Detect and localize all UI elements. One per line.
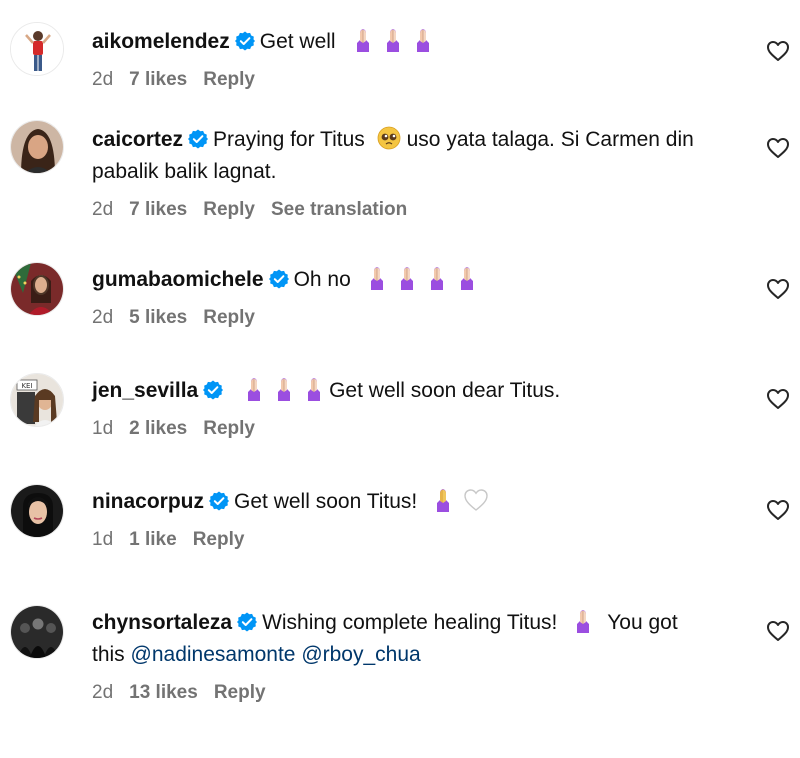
comment-text: aikomelendez Get well [92, 26, 752, 58]
reply-button[interactable]: Reply [203, 199, 255, 220]
heart-outline-icon[interactable] [766, 620, 790, 642]
comment-meta: 2d 5 likes Reply [92, 306, 752, 330]
comment-time: 1d [92, 529, 114, 550]
comment-time: 2d [92, 199, 114, 220]
svg-text:KEI: KEI [21, 382, 32, 390]
likes-count[interactable]: 7 likes [129, 69, 187, 90]
username[interactable]: jen_sevilla [92, 379, 198, 402]
comment-time: 2d [92, 682, 114, 703]
reply-button[interactable]: Reply [214, 682, 266, 703]
verified-badge-icon [188, 129, 208, 149]
pleading-face-emoji-icon [377, 126, 401, 150]
pray-emoji-icon [383, 28, 403, 52]
comment-body: Get well soon dear Titus. [329, 379, 561, 402]
comment-meta: 2d 13 likes Reply [92, 681, 752, 705]
reply-button[interactable]: Reply [203, 307, 255, 328]
comment-text: chynsortaleza Wishing complete healing Ti… [92, 607, 752, 671]
comment-text: ninacorpuz Get well soon Titus! [92, 486, 752, 518]
heart-outline-icon[interactable] [766, 278, 790, 300]
avatar[interactable]: KEI [10, 373, 64, 427]
pray-emoji-icon [437, 489, 450, 512]
pray-emoji-icon [353, 28, 373, 52]
avatar[interactable] [10, 120, 64, 174]
reply-button[interactable]: Reply [203, 69, 255, 90]
comment-time: 2d [92, 69, 114, 90]
likes-count[interactable]: 1 like [129, 529, 177, 550]
verified-badge-icon [203, 380, 223, 400]
comment-body: uso yata talaga. Si Carmen din [406, 128, 694, 151]
heart-outline-icon[interactable] [766, 388, 790, 410]
username[interactable]: caicortez [92, 128, 183, 151]
comment-body: this [92, 643, 125, 666]
verified-badge-icon [209, 491, 229, 511]
pray-emoji-icon [427, 266, 447, 290]
see-translation-button[interactable]: See translation [271, 199, 407, 220]
comment-text: caicortez Praying for Titus uso yata tala… [92, 124, 752, 188]
likes-count[interactable]: 5 likes [129, 307, 187, 328]
verified-badge-icon [269, 269, 289, 289]
comment-meta: 1d 2 likes Reply [92, 417, 752, 441]
comment-body: Oh no [293, 268, 351, 291]
comment-body: Get well soon Titus! [234, 490, 418, 513]
comment-meta: 1d 1 like Reply [92, 528, 752, 552]
heart-outline-icon[interactable] [766, 499, 790, 521]
comment-body: pabalik balik lagnat. [92, 160, 277, 183]
pray-emoji-icon [413, 28, 433, 52]
pray-emoji-icon [274, 377, 294, 401]
heart-outline-icon[interactable] [766, 40, 790, 62]
pray-emoji-icon [367, 266, 387, 290]
comment-text: jen_sevilla Get well soon dear Titus. [92, 375, 752, 407]
comment-body: Praying for Titus [213, 128, 365, 151]
mention-link[interactable]: @rboy_chua [301, 643, 420, 666]
avatar[interactable] [10, 262, 64, 316]
pray-emoji-icon [304, 377, 324, 401]
username[interactable]: gumabaomichele [92, 268, 264, 291]
white-heart-emoji-icon [464, 489, 488, 511]
avatar[interactable] [10, 605, 64, 659]
heart-outline-icon[interactable] [766, 137, 790, 159]
pray-emoji-icon [397, 266, 417, 290]
likes-count[interactable]: 13 likes [129, 682, 198, 703]
comment-body: Get well [259, 30, 336, 53]
verified-badge-icon [237, 612, 257, 632]
pray-emoji-icon [573, 609, 593, 633]
comment-text: gumabaomichele Oh no [92, 264, 752, 296]
comment-body: You got [607, 611, 678, 634]
comment-time: 1d [92, 418, 114, 439]
reply-button[interactable]: Reply [203, 418, 255, 439]
verified-badge-icon [235, 31, 255, 51]
pray-emoji-icon [244, 377, 264, 401]
reply-button[interactable]: Reply [193, 529, 245, 550]
comment-body: Wishing complete healing Titus! [262, 611, 558, 634]
username[interactable]: aikomelendez [92, 30, 230, 53]
username[interactable]: ninacorpuz [92, 490, 204, 513]
comment-time: 2d [92, 307, 114, 328]
pray-emoji-icon [457, 266, 477, 290]
avatar[interactable] [10, 22, 64, 76]
mention-link[interactable]: @nadinesamonte [131, 643, 296, 666]
avatar[interactable] [10, 484, 64, 538]
comment-meta: 2d 7 likes Reply See translation [92, 198, 752, 222]
likes-count[interactable]: 7 likes [129, 199, 187, 220]
comment-meta: 2d 7 likes Reply [92, 68, 752, 92]
username[interactable]: chynsortaleza [92, 611, 232, 634]
likes-count[interactable]: 2 likes [129, 418, 187, 439]
